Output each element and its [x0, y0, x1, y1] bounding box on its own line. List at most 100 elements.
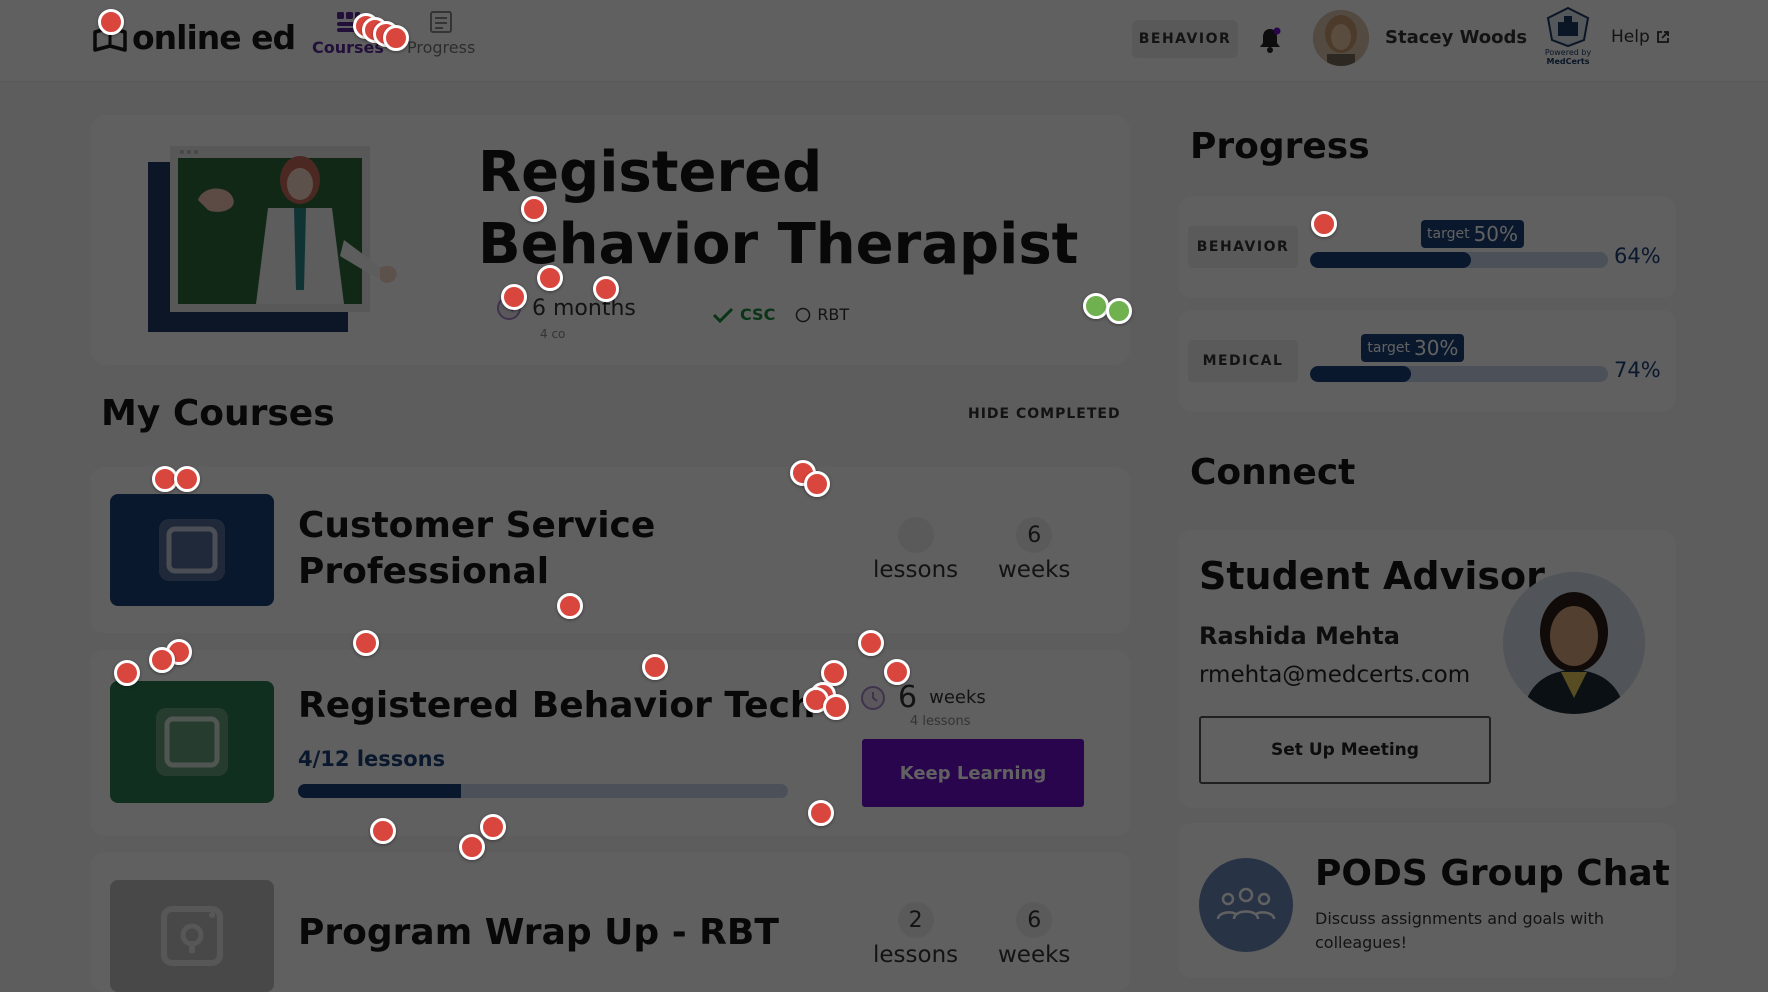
- pods-description: Discuss assignments and goals with colle…: [1315, 909, 1605, 952]
- logo-text: online ed: [132, 18, 296, 57]
- medcerts-name: MedCerts: [1546, 57, 1590, 66]
- click-marker: [557, 593, 583, 619]
- program-duration-value: 6 months: [532, 295, 636, 321]
- help-link[interactable]: Help: [1611, 27, 1670, 47]
- help-label: Help: [1611, 27, 1650, 47]
- course-thumbnail: [110, 681, 274, 803]
- my-courses-title: My Courses: [101, 393, 335, 434]
- user-avatar[interactable]: [1313, 10, 1369, 66]
- program-course-tags: CSC RBT: [712, 305, 849, 324]
- course-progress-text: 4/12 lessons: [298, 747, 446, 771]
- weeks-label: weeks: [998, 942, 1071, 968]
- target-marker: target 50%: [1421, 220, 1525, 248]
- click-marker: [501, 284, 527, 310]
- course-lessons-stat: lessons: [873, 517, 958, 583]
- click-marker: [353, 630, 379, 656]
- course-chat-icon: [159, 519, 225, 581]
- progress-track: [1310, 252, 1608, 268]
- click-marker: [642, 654, 668, 680]
- progress-fill: [1310, 252, 1471, 268]
- click-marker: [480, 814, 506, 840]
- click-marker: [804, 471, 830, 497]
- tag-csc: CSC: [740, 305, 776, 324]
- nav-progress-label: Progress: [407, 38, 476, 57]
- weeks-label: weeks: [998, 557, 1071, 583]
- keep-learning-button[interactable]: Keep Learning: [862, 739, 1084, 807]
- tag-rbt: RBT: [817, 305, 850, 324]
- course-card-customer-service[interactable]: Customer Service Professional lessons 6 …: [90, 467, 1130, 633]
- click-marker: [383, 25, 409, 51]
- target-value: 30%: [1413, 336, 1459, 360]
- medcerts-logo: Powered by MedCerts: [1540, 6, 1596, 72]
- hide-completed-toggle[interactable]: HIDE COMPLETED: [968, 406, 1121, 422]
- course-duration-sub: 4 lessons: [910, 714, 971, 729]
- course-title: Customer Service Professional: [298, 503, 655, 595]
- click-marker: [1106, 298, 1132, 324]
- course-duration-number: 6: [898, 680, 918, 715]
- click-marker: [823, 694, 849, 720]
- advisor-card-title: Student Advisor: [1199, 554, 1545, 598]
- lessons-label: lessons: [873, 557, 959, 583]
- course-video-icon: [156, 708, 228, 776]
- group-icon: [1199, 858, 1293, 952]
- top-navigation-bar: online ed Courses Progress BEHAVIOR Stac…: [0, 0, 1768, 82]
- progress-card-medical[interactable]: MEDICAL target 30% 74%: [1178, 310, 1676, 412]
- course-progress-fill: [298, 784, 462, 798]
- click-marker: [114, 660, 140, 686]
- click-marker: [537, 265, 563, 291]
- advisor-photo: [1503, 572, 1645, 714]
- program-switch-behavior[interactable]: BEHAVIOR: [1132, 20, 1238, 58]
- advisor-email[interactable]: rmehta@medcerts.com: [1199, 662, 1470, 688]
- course-thumbnail: [110, 880, 274, 992]
- click-marker: [1311, 211, 1337, 237]
- course-lessons-stat: 2 lessons: [873, 902, 958, 968]
- pods-group-chat-card[interactable]: PODS Group Chat Discuss assignments and …: [1178, 823, 1676, 978]
- click-marker: [884, 659, 910, 685]
- course-locked-icon: [161, 906, 223, 966]
- external-link-icon: [1656, 31, 1669, 43]
- click-marker: [98, 9, 124, 35]
- bell-icon: [1260, 27, 1281, 53]
- click-marker: [858, 630, 884, 656]
- program-courses-count: 4 co: [540, 327, 566, 341]
- check-icon: [712, 307, 734, 323]
- nav-progress[interactable]: Progress: [407, 10, 475, 57]
- click-marker: [459, 834, 485, 860]
- progress-card-behavior[interactable]: BEHAVIOR target 50% 64%: [1178, 196, 1676, 298]
- progress-title: Progress: [1190, 126, 1370, 167]
- course-weeks-stat: 6 weeks: [998, 517, 1070, 583]
- click-marker: [593, 276, 619, 302]
- notifications-button[interactable]: [1258, 26, 1282, 58]
- weeks-count: 6: [1016, 517, 1053, 553]
- course-title: Registered Behavior Tech: [298, 685, 816, 726]
- medcerts-powered-by: Powered by: [1544, 48, 1592, 57]
- lessons-count: [897, 517, 934, 553]
- progress-fill: [1310, 366, 1412, 382]
- progress-icon: [430, 11, 453, 33]
- medcerts-shield-icon: [1546, 6, 1590, 48]
- user-name[interactable]: Stacey Woods: [1385, 27, 1527, 48]
- course-thumbnail: [110, 494, 274, 606]
- target-label: target: [1367, 340, 1410, 356]
- target-value: 50%: [1473, 222, 1519, 246]
- click-marker: [174, 466, 200, 492]
- lessons-count: 2: [897, 902, 934, 938]
- click-marker: [808, 800, 834, 826]
- program-title: Registered Behavior Therapist: [478, 140, 1079, 277]
- course-progress-bar: [298, 784, 788, 798]
- pods-title: PODS Group Chat: [1315, 853, 1670, 894]
- target-marker: target 30%: [1361, 334, 1465, 362]
- click-marker: [149, 647, 175, 673]
- course-title-line2: Professional: [298, 551, 550, 592]
- empty-circle-icon: [796, 307, 811, 322]
- progress-label: BEHAVIOR: [1188, 226, 1298, 268]
- course-card-rbt[interactable]: Registered Behavior Tech 4/12 lessons 6 …: [90, 650, 1130, 836]
- set-up-meeting-button[interactable]: Set Up Meeting: [1199, 716, 1491, 784]
- course-card-program-wrap-up[interactable]: Program Wrap Up - RBT 2 lessons 6 weeks: [90, 852, 1130, 992]
- clock-icon: [861, 685, 885, 710]
- click-marker: [370, 818, 396, 844]
- click-marker: [521, 196, 547, 222]
- course-title-line1: Customer Service: [298, 505, 656, 546]
- weeks-count: 6: [1016, 902, 1053, 938]
- advisor-name: Rashida Mehta: [1199, 622, 1400, 650]
